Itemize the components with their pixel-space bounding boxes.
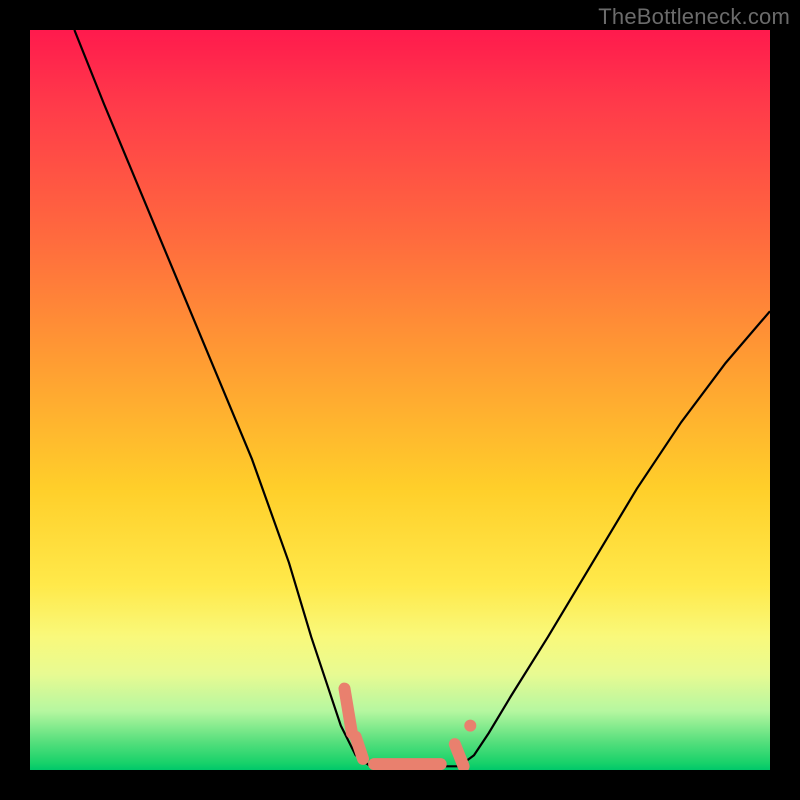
- watermark-text: TheBottleneck.com: [598, 4, 790, 30]
- curve-svg: [30, 30, 770, 770]
- plot-area: [30, 30, 770, 770]
- chart-frame: TheBottleneck.com: [0, 0, 800, 800]
- bottleneck-curve: [74, 30, 770, 766]
- curve-marker: [345, 689, 352, 733]
- curve-marker: [356, 737, 363, 759]
- curve-marker: [455, 744, 464, 766]
- curve-marker: [464, 720, 476, 732]
